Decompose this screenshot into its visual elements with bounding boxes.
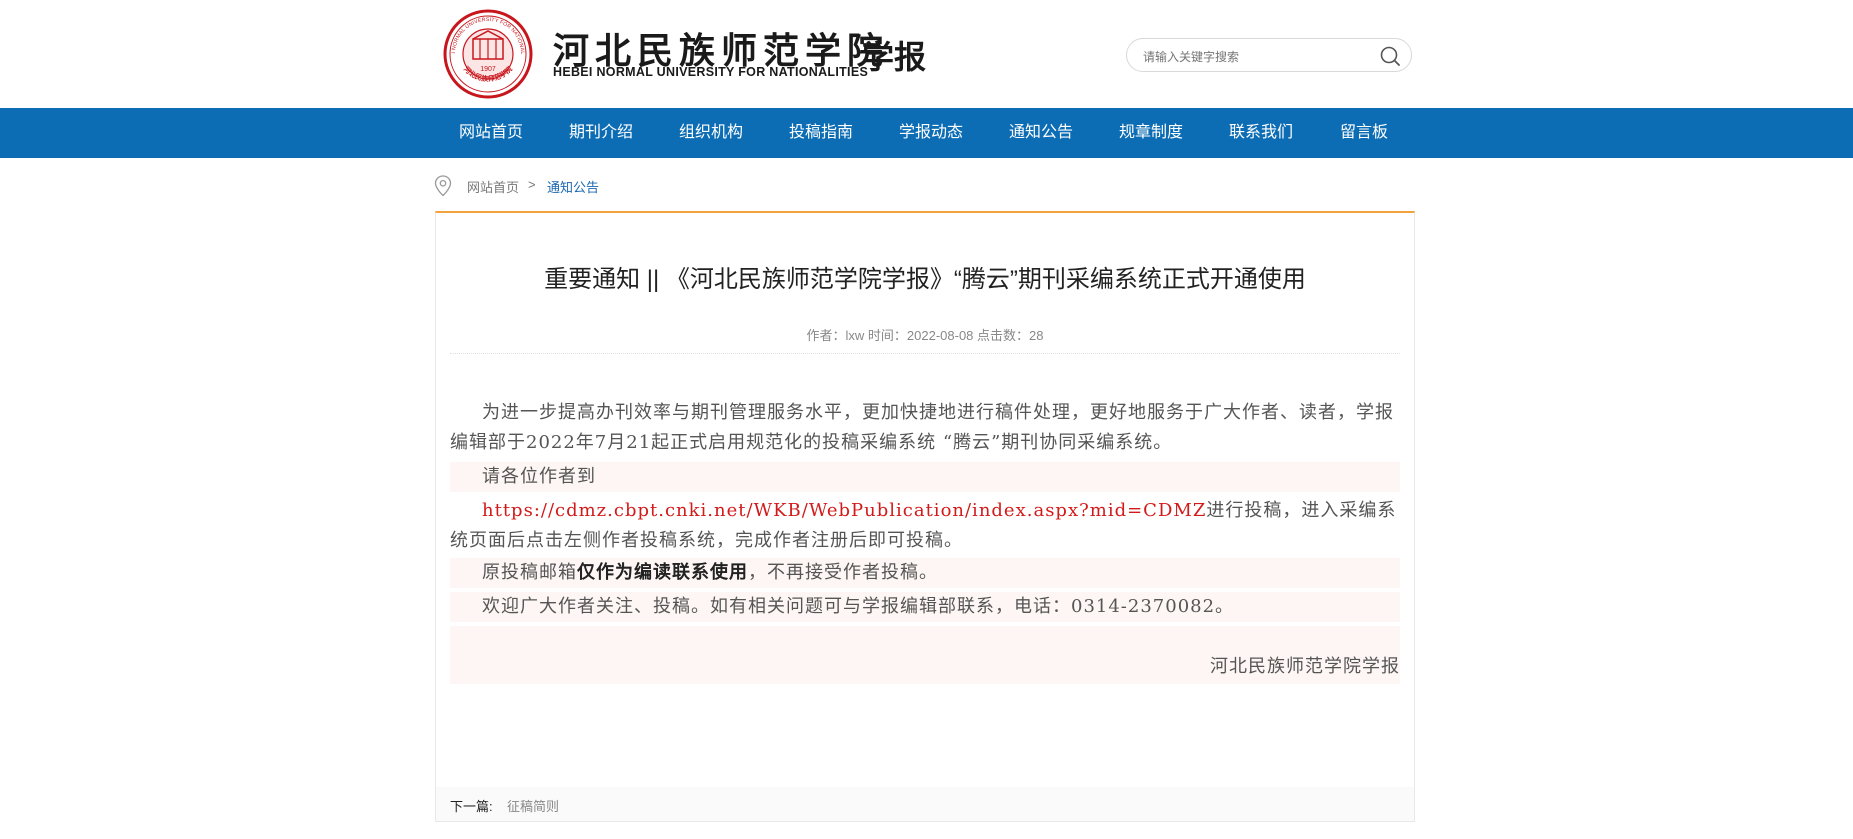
location-pin-icon <box>434 175 452 197</box>
next-article-label: 下一篇: <box>450 799 493 814</box>
article-title: 重要通知 || 《河北民族师范学院学报》“腾云”期刊采编系统正式开通使用 <box>544 266 1306 293</box>
paragraph-intro: 为进一步提高办刊效率与期刊管理服务水平，更加快捷地进行稿件处理，更好地服务于广大… <box>450 402 1394 453</box>
nav-item-message-board[interactable]: 留言板 <box>1309 108 1419 158</box>
search-box <box>1126 38 1412 72</box>
search-icon[interactable] <box>1379 45 1401 67</box>
submission-system-link[interactable]: https://cdmz.cbpt.cnki.net/WKB/WebPublic… <box>482 500 1206 521</box>
paragraph-submission: https://cdmz.cbpt.cnki.net/WKB/WebPublic… <box>450 496 1400 556</box>
breadcrumb-current-link[interactable]: 通知公告 <box>547 177 599 196</box>
nav-item-news[interactable]: 学报动态 <box>876 108 986 158</box>
nav-item-submission-guide[interactable]: 投稿指南 <box>766 108 876 158</box>
logo-title-english: HEBEI NORMAL UNIVERSITY FOR NATIONALITIE… <box>553 65 869 79</box>
paragraph-email-note: 原投稿邮箱仅作为编读联系使用，不再接受作者投稿。 <box>450 558 1400 588</box>
email-note-prefix: 原投稿邮箱 <box>482 562 577 583</box>
article-panel: 重要通知 || 《河北民族师范学院学报》“腾云”期刊采编系统正式开通使用 作者：… <box>435 211 1415 822</box>
email-note-emphasis: 仅作为编读联系使用 <box>577 562 748 583</box>
nav-item-home[interactable]: 网站首页 <box>436 108 546 158</box>
meta-divider <box>450 353 1400 354</box>
paragraph-instruction: 请各位作者到 <box>450 462 1400 492</box>
site-header: HEBEI NORMAL UNIVERSITY FOR NATIONALITIE… <box>0 0 1853 108</box>
nav-item-organization[interactable]: 组织机构 <box>656 108 766 158</box>
seal-year: 1907 <box>480 66 496 73</box>
nav-item-journal-intro[interactable]: 期刊介绍 <box>546 108 656 158</box>
logo-subtitle-journal: 学报 <box>862 38 927 76</box>
nav-item-notices[interactable]: 通知公告 <box>986 108 1096 158</box>
next-article-link[interactable]: 征稿简则 <box>507 796 559 815</box>
breadcrumb-separator: > <box>528 177 536 192</box>
signature-block: 河北民族师范学院学报 <box>450 626 1400 684</box>
article-signature: 河北民族师范学院学报 <box>1210 656 1400 677</box>
search-input[interactable] <box>1141 46 1365 68</box>
paragraph-contact: 欢迎广大作者关注、投稿。如有相关问题可与学报编辑部联系，电话：0314-2370… <box>450 592 1400 622</box>
breadcrumb-home-link[interactable]: 网站首页 <box>467 177 519 196</box>
main-nav: 网站首页 期刊介绍 组织机构 投稿指南 学报动态 通知公告 规章制度 联系我们 … <box>0 108 1853 158</box>
next-article-bar: 下一篇: 征稿简则 <box>436 787 1414 821</box>
university-seal-logo[interactable]: HEBEI NORMAL UNIVERSITY FOR NATIONALITIE… <box>441 5 533 99</box>
nav-item-regulations[interactable]: 规章制度 <box>1096 108 1206 158</box>
article-meta: 作者：lxw 时间：2022-08-08 点击数：28 <box>806 328 1044 343</box>
email-note-suffix: ，不再接受作者投稿。 <box>748 562 938 583</box>
nav-item-contact[interactable]: 联系我们 <box>1206 108 1316 158</box>
